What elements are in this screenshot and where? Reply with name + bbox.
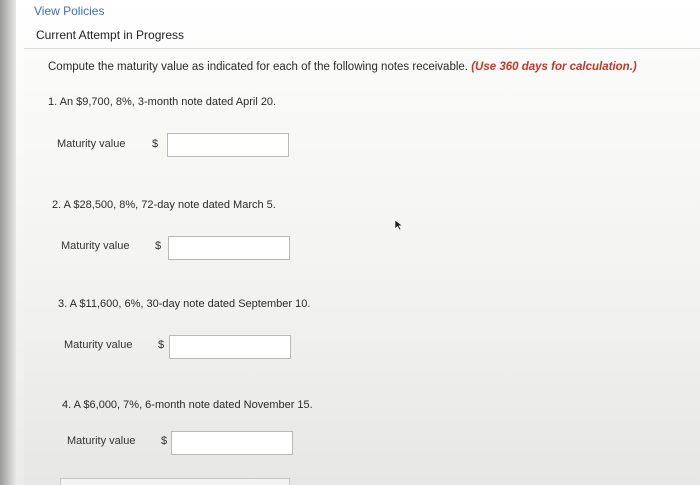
instructions-note: (Use 360 days for calculation.) <box>471 61 637 73</box>
instructions: Compute the maturity value as indicated … <box>48 61 637 73</box>
question-3-text: 3. A $11,600, 6%, 30-day note dated Sept… <box>58 298 311 310</box>
next-section-edge <box>60 478 290 485</box>
view-policies-link[interactable]: View Policies <box>34 4 104 18</box>
question-panel <box>24 48 700 485</box>
window-edge <box>0 0 16 485</box>
question-1-dollar-sign: $ <box>152 138 159 150</box>
question-2-text: 2. A $28,500, 8%, 72-day note dated Marc… <box>52 199 276 211</box>
attempt-status: Current Attempt in Progress <box>36 28 185 42</box>
question-3-maturity-label: Maturity value <box>64 339 133 351</box>
question-1-maturity-label: Maturity value <box>57 138 126 150</box>
question-4-dollar-sign: $ <box>161 435 168 447</box>
question-3-maturity-input[interactable] <box>169 335 291 359</box>
question-2-maturity-input[interactable] <box>168 236 290 260</box>
question-4-text: 4. A $6,000, 7%, 6-month note dated Nove… <box>62 399 313 411</box>
question-3-dollar-sign: $ <box>158 339 165 351</box>
question-4-maturity-input[interactable] <box>171 431 293 455</box>
instructions-text: Compute the maturity value as indicated … <box>48 61 468 73</box>
page: View Policies Current Attempt in Progres… <box>0 0 700 485</box>
mouse-pointer-icon <box>394 219 404 231</box>
question-1-text: 1. An $9,700, 8%, 3-month note dated Apr… <box>48 96 277 108</box>
question-1-maturity-input[interactable] <box>167 133 289 157</box>
question-4-maturity-label: Maturity value <box>67 435 136 447</box>
question-2-dollar-sign: $ <box>155 240 162 252</box>
question-2-maturity-label: Maturity value <box>61 240 130 252</box>
